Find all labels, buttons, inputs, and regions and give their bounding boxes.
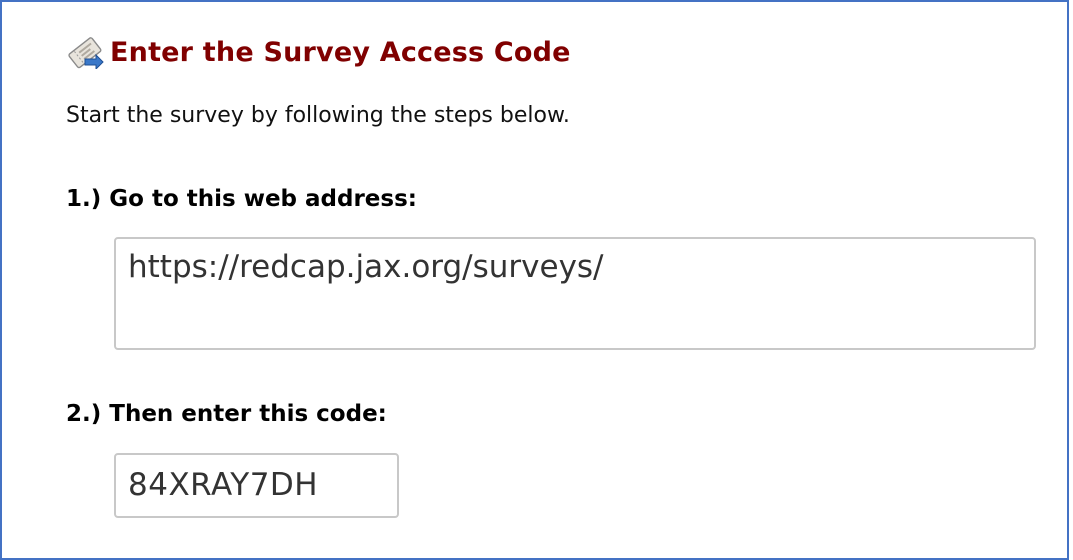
step-2-label: 2.) Then enter this code: <box>66 401 387 427</box>
panel-header: Enter the Survey Access Code <box>66 35 571 71</box>
survey-url-field[interactable]: https://redcap.jax.org/surveys/ <box>114 237 1036 350</box>
page-title: Enter the Survey Access Code <box>110 36 571 68</box>
access-code-panel: Enter the Survey Access Code Start the s… <box>0 0 1069 560</box>
access-code-field[interactable]: 84XRAY7DH <box>114 453 399 518</box>
ticket-arrow-icon <box>66 35 104 71</box>
intro-text: Start the survey by following the steps … <box>66 103 570 128</box>
step-1-label: 1.) Go to this web address: <box>66 186 417 212</box>
